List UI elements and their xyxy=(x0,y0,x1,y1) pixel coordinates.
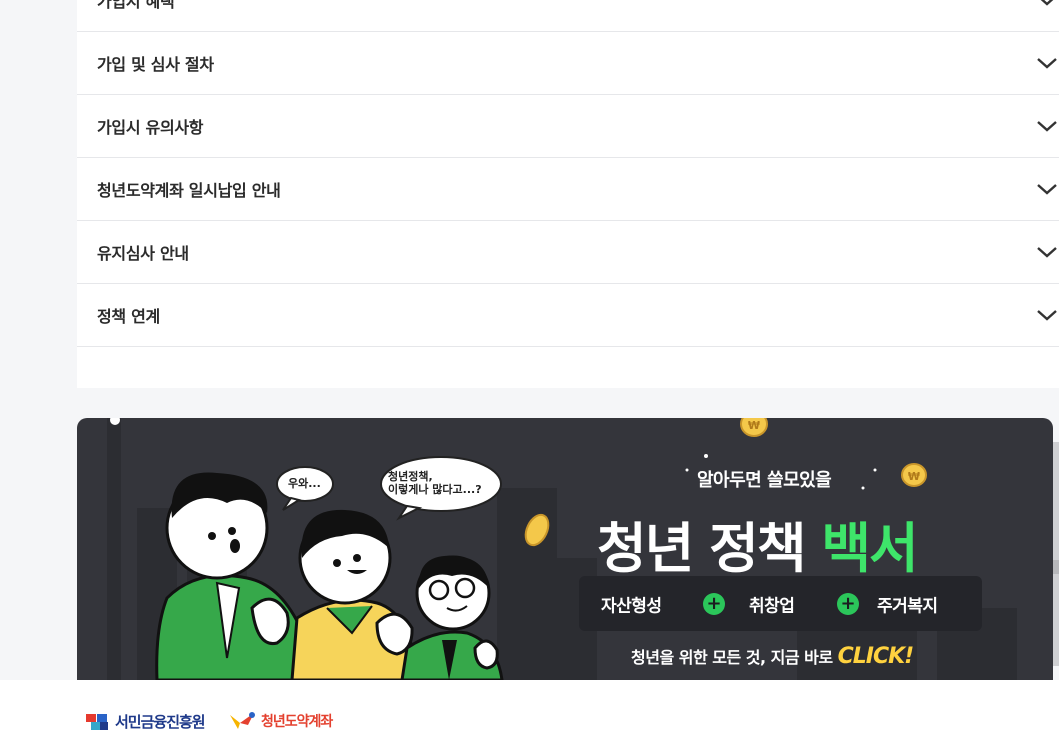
cta-click: CLICK! xyxy=(837,644,915,669)
accordion-item-cautions[interactable]: 가입시 유의사항 xyxy=(77,95,1059,158)
youth-policy-banner[interactable]: ₩ ₩ 우와... 청년정책, 이렇게나 많다고...? 알아두면 쓸모있을 청… xyxy=(77,418,1053,680)
kinfa-logo-text: 서민금융진흥원 xyxy=(115,713,206,731)
chevron-down-icon xyxy=(1037,121,1057,132)
footer-logos: 서민금융진흥원 청년도약계좌 xyxy=(0,680,1059,749)
accordion-item-label: 청년도약계좌 일시납입 안내 xyxy=(97,181,281,200)
accordion-item-label: 가입 및 심사 절차 xyxy=(97,55,214,74)
cta-text: 청년을 위한 모든 것, 지금 바로 xyxy=(631,648,838,667)
youth-account-logo[interactable]: 청년도약계좌 xyxy=(228,711,333,731)
accordion-item-label: 가입시 혜택 xyxy=(97,0,175,11)
banner-cta[interactable]: 청년을 위한 모든 것, 지금 바로 CLICK! xyxy=(631,644,915,669)
youth-account-logo-icon xyxy=(230,712,255,729)
youth-account-logo-text: 청년도약계좌 xyxy=(261,714,333,730)
headline-white: 청년 정책 xyxy=(597,517,822,580)
accordion-item-benefits[interactable]: 가입시 혜택 xyxy=(77,0,1059,32)
chevron-down-icon xyxy=(1037,184,1057,195)
accordion-item-lump-sum[interactable]: 청년도약계좌 일시납입 안내 xyxy=(77,158,1059,221)
speech-bubble-so-many: 청년정책, 이렇게나 많다고...? xyxy=(388,470,482,496)
banner-headline: 청년 정책 백서 xyxy=(597,504,919,583)
accordion-item-label: 정책 연계 xyxy=(97,307,160,326)
coin-icon: ₩ xyxy=(740,418,768,437)
tag-asset-building: 자산형성 xyxy=(601,596,662,616)
tag-housing: 주거복지 xyxy=(877,596,938,616)
accordion-item-procedure[interactable]: 가입 및 심사 절차 xyxy=(77,32,1059,95)
headline-green: 백서 xyxy=(821,517,918,580)
banner-edge-strip xyxy=(1053,442,1059,666)
policy-tags: 자산형성 + 취창업 + 주거복지 xyxy=(579,576,982,631)
accordion-item-label: 유지심사 안내 xyxy=(97,244,189,263)
accordion-item-label: 가입시 유의사항 xyxy=(97,118,204,137)
chevron-down-icon xyxy=(1037,58,1057,69)
tag-employment: 취창업 xyxy=(749,596,795,616)
speech-bubble-wow: 우와... xyxy=(288,477,321,490)
chevron-down-icon xyxy=(1040,0,1054,6)
svg-text:₩: ₩ xyxy=(908,470,920,483)
banner-kicker: 알아두면 쓸모있을 xyxy=(697,470,832,491)
kinfa-logo-icon xyxy=(86,713,108,730)
plus-icon: + xyxy=(703,592,725,615)
faq-accordion: 가입시 혜택 가입 및 심사 절차 가입시 유의사항 청년도약계좌 일시납입 안… xyxy=(77,0,1059,388)
kinfa-logo[interactable]: 서민금융진흥원 xyxy=(86,711,206,732)
accordion-item-maintenance-review[interactable]: 유지심사 안내 xyxy=(77,221,1059,284)
chevron-down-icon xyxy=(1037,247,1057,258)
svg-text:₩: ₩ xyxy=(748,419,760,432)
chevron-down-icon xyxy=(1037,310,1057,321)
accordion-item-policy-link[interactable]: 정책 연계 xyxy=(77,284,1059,347)
plus-icon: + xyxy=(837,592,859,615)
coin-icon: ₩ xyxy=(901,463,927,487)
